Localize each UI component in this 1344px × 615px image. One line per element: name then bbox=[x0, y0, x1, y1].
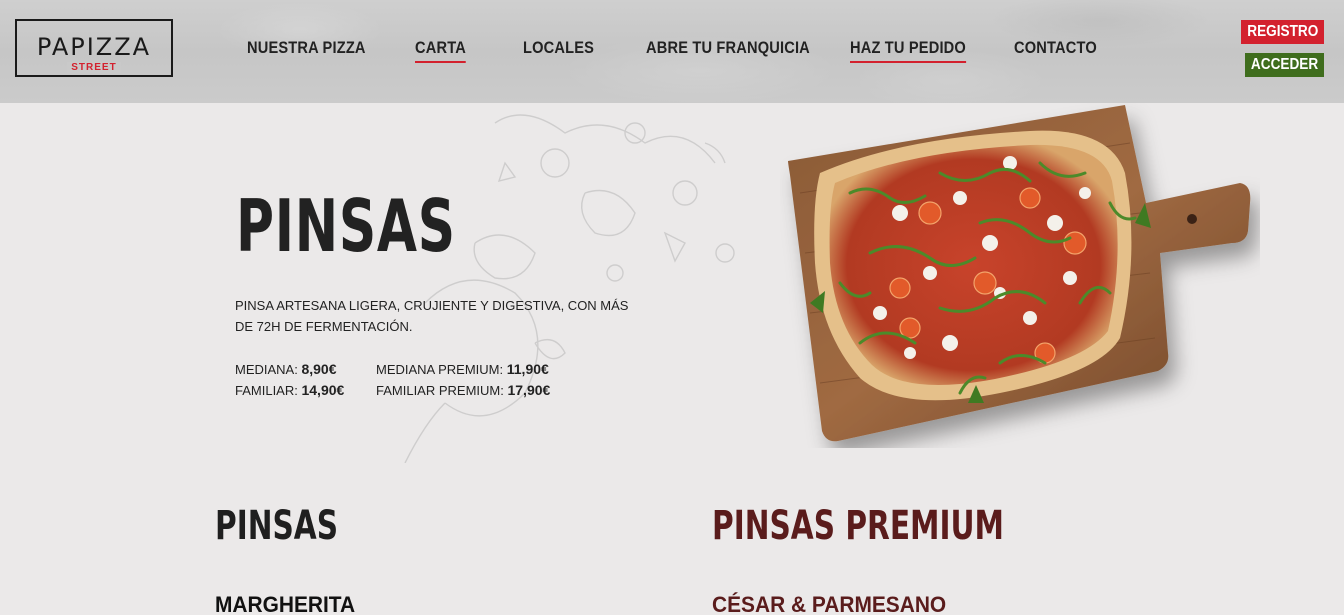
price-familiar-value: 14,90€ bbox=[301, 382, 345, 398]
hero-title: PINSAS bbox=[236, 184, 456, 268]
main-nav: NUESTRA PIZZA CARTA LOCALES ABRE TU FRAN… bbox=[0, 38, 1200, 66]
price-mediana-premium: MEDIANA PREMIUM: 11,90€ bbox=[376, 359, 549, 380]
registro-label: REGISTRO bbox=[1246, 23, 1319, 40]
nav-item-contacto[interactable]: CONTACTO bbox=[1014, 38, 1097, 61]
nav-item-locales[interactable]: LOCALES bbox=[523, 38, 594, 61]
nav-item-haz-tu-pedido[interactable]: HAZ TU PEDIDO bbox=[850, 38, 966, 63]
section-title-pinsas: PINSAS bbox=[215, 503, 339, 549]
menu-item-cesar-parmesano[interactable]: CÉSAR & PARMESANO bbox=[712, 594, 946, 615]
section-title-pinsas-premium: PINSAS PREMIUM bbox=[712, 503, 1004, 549]
registro-button[interactable]: REGISTRO bbox=[1241, 20, 1324, 44]
price-mediana-premium-label: MEDIANA PREMIUM: bbox=[376, 362, 504, 377]
price-list: MEDIANA: 8,90€ MEDIANA PREMIUM: 11,90€ F… bbox=[235, 359, 655, 401]
acceder-button[interactable]: ACCEDER bbox=[1245, 53, 1324, 77]
hero-description: PINSA ARTESANA LIGERA, CRUJIENTE Y DIGES… bbox=[235, 298, 629, 334]
price-mediana-value: 8,90€ bbox=[301, 361, 337, 377]
nav-item-carta[interactable]: CARTA bbox=[415, 38, 466, 63]
price-familiar-premium: FAMILIAR PREMIUM: 17,90€ bbox=[376, 380, 550, 401]
price-row-mediana: MEDIANA: 8,90€ MEDIANA PREMIUM: 11,90€ bbox=[235, 359, 655, 380]
price-mediana: MEDIANA: 8,90€ bbox=[235, 359, 337, 380]
price-familiar-premium-value: 17,90€ bbox=[507, 382, 551, 398]
price-familiar-premium-label: FAMILIAR PREMIUM: bbox=[376, 383, 504, 398]
price-familiar: FAMILIAR: 14,90€ bbox=[235, 380, 344, 401]
nav-item-nuestra-pizza[interactable]: NUESTRA PIZZA bbox=[247, 38, 366, 61]
menu-item-margherita[interactable]: MARGHERITA bbox=[215, 594, 355, 615]
nav-item-abre-tu-franquicia[interactable]: ABRE TU FRANQUICIA bbox=[646, 38, 810, 61]
price-mediana-label: MEDIANA: bbox=[235, 362, 298, 377]
price-familiar-label: FAMILIAR: bbox=[235, 383, 298, 398]
price-mediana-premium-value: 11,90€ bbox=[506, 361, 549, 377]
site-header: PAPIZZA STREET NUESTRA PIZZA CARTA LOCAL… bbox=[0, 0, 1344, 103]
pinsa-pizza-image bbox=[788, 105, 1251, 442]
price-row-familiar: FAMILIAR: 14,90€ FAMILIAR PREMIUM: 17,90… bbox=[235, 380, 655, 401]
acceder-label: ACCEDER bbox=[1250, 56, 1319, 73]
pizza-sketch-illustration bbox=[404, 114, 735, 463]
